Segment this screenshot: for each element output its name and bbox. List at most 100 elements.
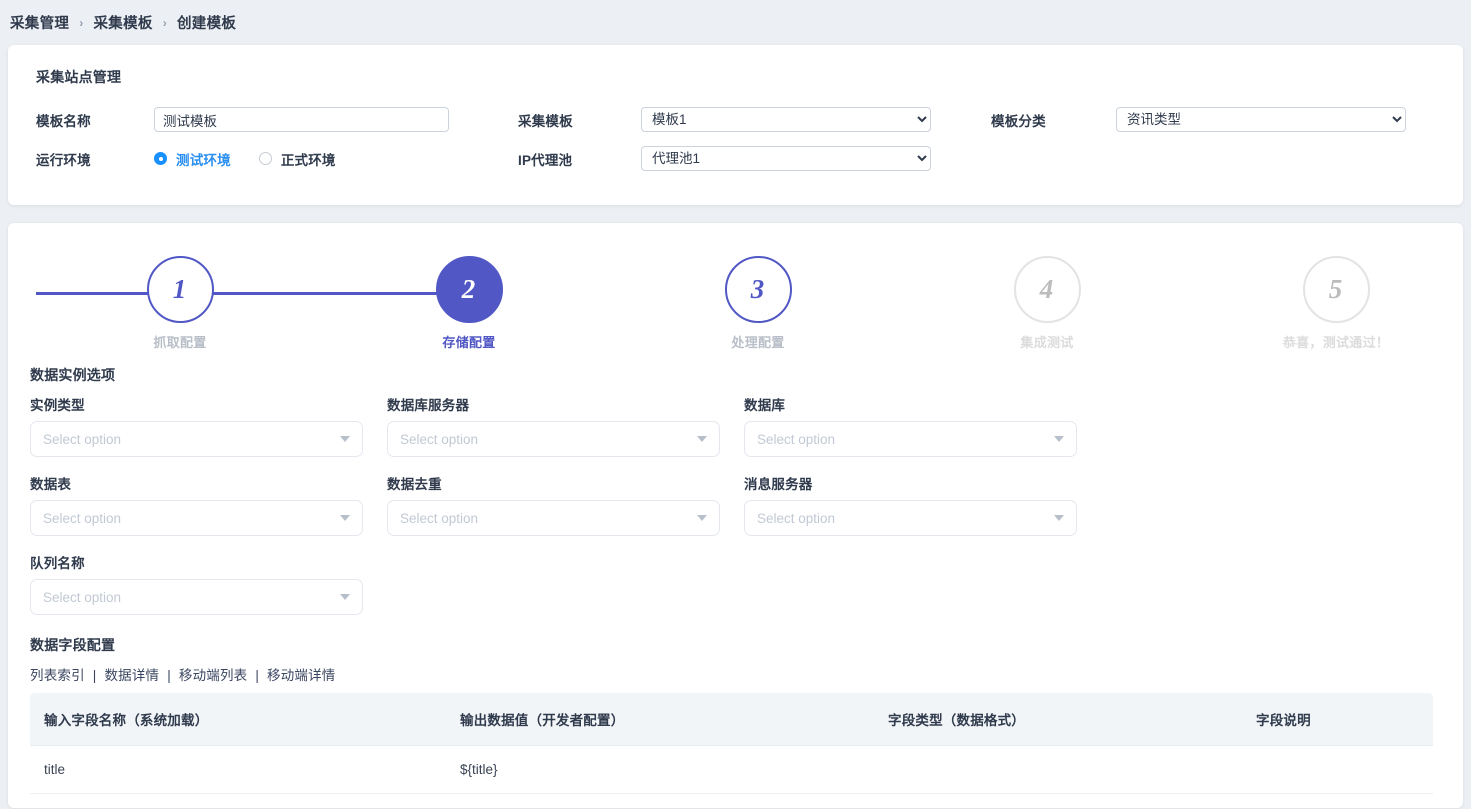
table-header-row: 输入字段名称（系统加载） 输出数据值（开发者配置） 字段类型（数据格式） 字段说…	[30, 693, 1433, 746]
stepper-step-2-label: 存储配置	[399, 332, 539, 351]
field-db-server: 数据库服务器 Select option	[387, 394, 744, 457]
collect-template-select[interactable]: 模板1	[641, 107, 931, 132]
field-datatable: 数据表 Select option	[30, 473, 387, 536]
site-management-panel: 采集站点管理 模板名称 采集模板 模板1 模板分类 资讯类型 运行环境 测试环境	[8, 45, 1463, 205]
stepper-step-5-label: 恭喜，测试通过！	[1266, 332, 1406, 351]
field-mq-server: 消息服务器 Select option	[744, 473, 1101, 536]
stepper-step-1[interactable]: 1 抓取配置	[110, 256, 250, 351]
breadcrumb: 采集管理 › 采集模板 › 创建模板	[0, 0, 1471, 45]
table-row[interactable]: publish_time ${publish_time}	[30, 794, 1433, 809]
column-header-field-type: 字段类型（数据格式）	[888, 693, 1256, 746]
stepper-step-3-label: 处理配置	[688, 332, 828, 351]
radio-selected-icon	[154, 152, 167, 165]
chevron-down-icon	[1054, 436, 1064, 442]
queue-name-label: 队列名称	[30, 552, 387, 572]
tab-separator: |	[167, 668, 171, 683]
table-row[interactable]: title ${title}	[30, 746, 1433, 794]
field-collect-template: 采集模板 模板1	[518, 107, 991, 132]
column-header-input-field: 输入字段名称（系统加载）	[30, 693, 460, 746]
breadcrumb-item-1[interactable]: 采集管理	[10, 12, 69, 33]
db-server-label: 数据库服务器	[387, 394, 744, 414]
field-queue-name: 队列名称 Select option	[30, 552, 387, 615]
chevron-down-icon	[697, 515, 707, 521]
tab-mobile-list[interactable]: 移动端列表	[179, 668, 248, 683]
panel-title: 采集站点管理	[8, 67, 1463, 87]
field-config-tabs: 列表索引 | 数据详情 | 移动端列表 | 移动端详情	[30, 664, 1441, 684]
run-env-radio-prod-label: 正式环境	[281, 149, 336, 169]
chevron-down-icon	[340, 436, 350, 442]
chevron-down-icon	[340, 515, 350, 521]
stepper-step-3[interactable]: 3 处理配置	[688, 256, 828, 351]
template-name-label: 模板名称	[36, 110, 154, 130]
template-category-select[interactable]: 资讯类型	[1116, 107, 1406, 132]
instance-type-select[interactable]: Select option	[30, 421, 363, 457]
tab-list-index[interactable]: 列表索引	[30, 668, 85, 683]
cell-field-desc[interactable]	[1256, 746, 1433, 794]
stepper-step-1-label: 抓取配置	[110, 332, 250, 351]
storage-config-panel: 1 抓取配置 2 存储配置 3 处理配置 4 集成测试 5 恭喜，测试通过！ 数…	[8, 223, 1463, 808]
stepper-step-1-number: 1	[147, 256, 214, 323]
mq-server-select[interactable]: Select option	[744, 500, 1077, 536]
stepper-step-5-number: 5	[1303, 256, 1370, 323]
stepper-step-4-number: 4	[1014, 256, 1081, 323]
db-server-select[interactable]: Select option	[387, 421, 720, 457]
cell-output-value[interactable]: ${publish_time}	[460, 794, 888, 809]
field-database: 数据库 Select option	[744, 394, 1101, 457]
database-label: 数据库	[744, 394, 1101, 414]
instance-options-title: 数据实例选项	[30, 365, 1441, 385]
dedup-label: 数据去重	[387, 473, 744, 493]
cell-output-value[interactable]: ${title}	[460, 746, 888, 794]
chevron-down-icon	[1054, 515, 1064, 521]
database-placeholder: Select option	[757, 432, 1054, 447]
cell-input-field: publish_time	[30, 794, 460, 809]
field-template-category: 模板分类 资讯类型	[991, 107, 1421, 132]
field-dedup: 数据去重 Select option	[387, 473, 744, 536]
datatable-placeholder: Select option	[43, 511, 340, 526]
ip-pool-label: IP代理池	[518, 149, 641, 169]
instance-type-label: 实例类型	[30, 394, 387, 414]
field-instance-type: 实例类型 Select option	[30, 394, 387, 457]
form-row-1: 模板名称 采集模板 模板1 模板分类 资讯类型	[8, 107, 1463, 132]
breadcrumb-separator-icon: ›	[79, 16, 83, 30]
mq-server-label: 消息服务器	[744, 473, 1101, 493]
field-template-name: 模板名称	[8, 107, 518, 132]
cell-field-type[interactable]	[888, 794, 1256, 809]
stepper-step-2[interactable]: 2 存储配置	[399, 256, 539, 351]
db-server-placeholder: Select option	[400, 432, 697, 447]
datatable-select[interactable]: Select option	[30, 500, 363, 536]
stepper-step-4: 4 集成测试	[977, 256, 1117, 351]
chevron-down-icon	[340, 594, 350, 600]
field-ip-pool: IP代理池 代理池1	[518, 146, 991, 171]
cell-field-desc[interactable]	[1256, 794, 1433, 809]
column-header-field-desc: 字段说明	[1256, 693, 1433, 746]
chevron-down-icon	[697, 436, 707, 442]
template-name-input[interactable]	[154, 107, 449, 132]
cell-field-type[interactable]	[888, 746, 1256, 794]
run-env-label: 运行环境	[36, 149, 154, 169]
template-category-label: 模板分类	[991, 110, 1116, 130]
breadcrumb-item-3: 创建模板	[177, 12, 236, 33]
tab-mobile-detail[interactable]: 移动端详情	[267, 668, 336, 683]
run-env-radio-group: 测试环境 正式环境	[154, 149, 364, 169]
instance-type-placeholder: Select option	[43, 432, 340, 447]
stepper-step-3-number: 3	[725, 256, 792, 323]
mq-server-placeholder: Select option	[757, 511, 1054, 526]
field-config-table: 输入字段名称（系统加载） 输出数据值（开发者配置） 字段类型（数据格式） 字段说…	[30, 693, 1433, 808]
wizard-stepper: 1 抓取配置 2 存储配置 3 处理配置 4 集成测试 5 恭喜，测试通过！	[8, 245, 1463, 365]
queue-name-select[interactable]: Select option	[30, 579, 363, 615]
table-body: title ${title} publish_time ${publish_ti…	[30, 746, 1433, 809]
tab-separator: |	[93, 668, 97, 683]
database-select[interactable]: Select option	[744, 421, 1077, 457]
dedup-select[interactable]: Select option	[387, 500, 720, 536]
ip-pool-select[interactable]: 代理池1	[641, 146, 931, 171]
radio-unselected-icon	[259, 152, 272, 165]
stepper-step-4-label: 集成测试	[977, 332, 1117, 351]
field-run-env: 运行环境 测试环境 正式环境	[8, 149, 518, 169]
dedup-placeholder: Select option	[400, 511, 697, 526]
run-env-radio-test[interactable]: 测试环境	[154, 149, 231, 169]
run-env-radio-prod[interactable]: 正式环境	[259, 149, 336, 169]
run-env-radio-test-label: 测试环境	[176, 149, 231, 169]
breadcrumb-item-2[interactable]: 采集模板	[94, 12, 153, 33]
tab-data-detail[interactable]: 数据详情	[104, 668, 159, 683]
field-config-section: 数据字段配置 列表索引 | 数据详情 | 移动端列表 | 移动端详情 输入字段名…	[30, 635, 1441, 808]
